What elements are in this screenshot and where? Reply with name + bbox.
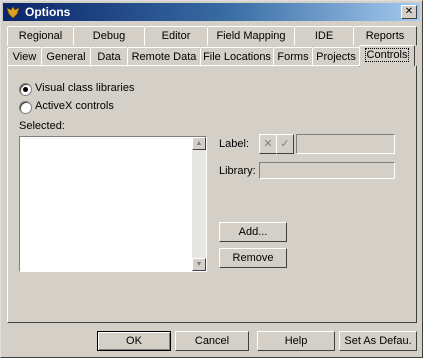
tab-debug[interactable]: Debug: [73, 26, 145, 46]
tab-label: Data: [97, 51, 121, 63]
library-display: [259, 162, 395, 179]
help-button[interactable]: Help: [257, 331, 335, 351]
tab-label: Editor: [161, 30, 191, 42]
tab-general[interactable]: General: [41, 47, 91, 67]
tab-label: File Locations: [203, 51, 271, 63]
tab-label: Controls: [364, 48, 410, 62]
tab-regional[interactable]: Regional: [7, 26, 74, 46]
cancel-label: Cancel: [194, 335, 230, 347]
set-as-default-label: Set As Defau.: [344, 335, 412, 347]
remove-button-label: Remove: [232, 252, 274, 264]
selected-label: Selected:: [19, 120, 65, 132]
tab-ide[interactable]: IDE: [294, 26, 354, 46]
library-label: Library:: [219, 165, 256, 177]
listbox-scrollbar[interactable]: ▲ ▼: [192, 137, 206, 271]
visual-class-libraries-radio[interactable]: [19, 83, 32, 96]
tab-data[interactable]: Data: [90, 47, 128, 67]
scroll-up-icon[interactable]: ▲: [192, 137, 206, 150]
tab-file-locations[interactable]: File Locations: [200, 47, 274, 67]
tab-controls[interactable]: Controls: [359, 45, 415, 66]
activex-controls-radio[interactable]: [19, 101, 32, 114]
window-title: Options: [25, 5, 71, 19]
tab-field-mapping[interactable]: Field Mapping: [207, 26, 295, 46]
tab-label: Debug: [92, 30, 126, 42]
tab-label: Remote Data: [131, 51, 197, 63]
set-as-default-button[interactable]: Set As Defau.: [339, 331, 417, 351]
label-input[interactable]: [296, 134, 395, 154]
tab-projects[interactable]: Projects: [312, 47, 360, 67]
activex-controls-label[interactable]: ActiveX controls: [35, 100, 114, 112]
cancel-button[interactable]: Cancel: [175, 331, 249, 351]
ok-label: OK: [126, 335, 142, 347]
tab-label: Projects: [316, 51, 356, 63]
tab-label: Forms: [277, 51, 309, 63]
tab-label: View: [12, 51, 37, 63]
ok-button[interactable]: OK: [97, 331, 171, 351]
tab-label: Reports: [365, 30, 405, 42]
remove-button[interactable]: Remove: [219, 248, 287, 268]
tab-editor[interactable]: Editor: [144, 26, 208, 46]
tab-forms[interactable]: Forms: [273, 47, 313, 67]
tab-reports[interactable]: Reports: [353, 26, 417, 46]
selected-listbox[interactable]: ▲ ▼: [19, 136, 207, 272]
tab-label: Regional: [18, 30, 63, 42]
confirm-edit-icon[interactable]: ✓: [276, 134, 294, 154]
tab-remote-data[interactable]: Remote Data: [127, 47, 201, 67]
cancel-edit-icon[interactable]: ✕: [259, 134, 277, 154]
tab-label: IDE: [314, 30, 334, 42]
add-button[interactable]: Add...: [219, 222, 287, 242]
label-field-label: Label:: [219, 138, 249, 150]
tab-label: General: [46, 51, 86, 63]
tab-view[interactable]: View: [7, 47, 42, 67]
tab-label: Field Mapping: [216, 30, 286, 42]
close-icon[interactable]: ✕: [401, 5, 417, 19]
options-dialog: Options ✕ Regional Debug Editor Field Ma…: [0, 0, 423, 358]
scroll-down-icon[interactable]: ▼: [192, 258, 206, 271]
help-label: Help: [284, 335, 308, 347]
visual-class-libraries-label[interactable]: Visual class libraries: [35, 82, 134, 94]
add-button-label: Add...: [238, 226, 268, 238]
title-bar[interactable]: Options ✕: [3, 3, 420, 21]
app-fox-icon: [6, 5, 20, 19]
